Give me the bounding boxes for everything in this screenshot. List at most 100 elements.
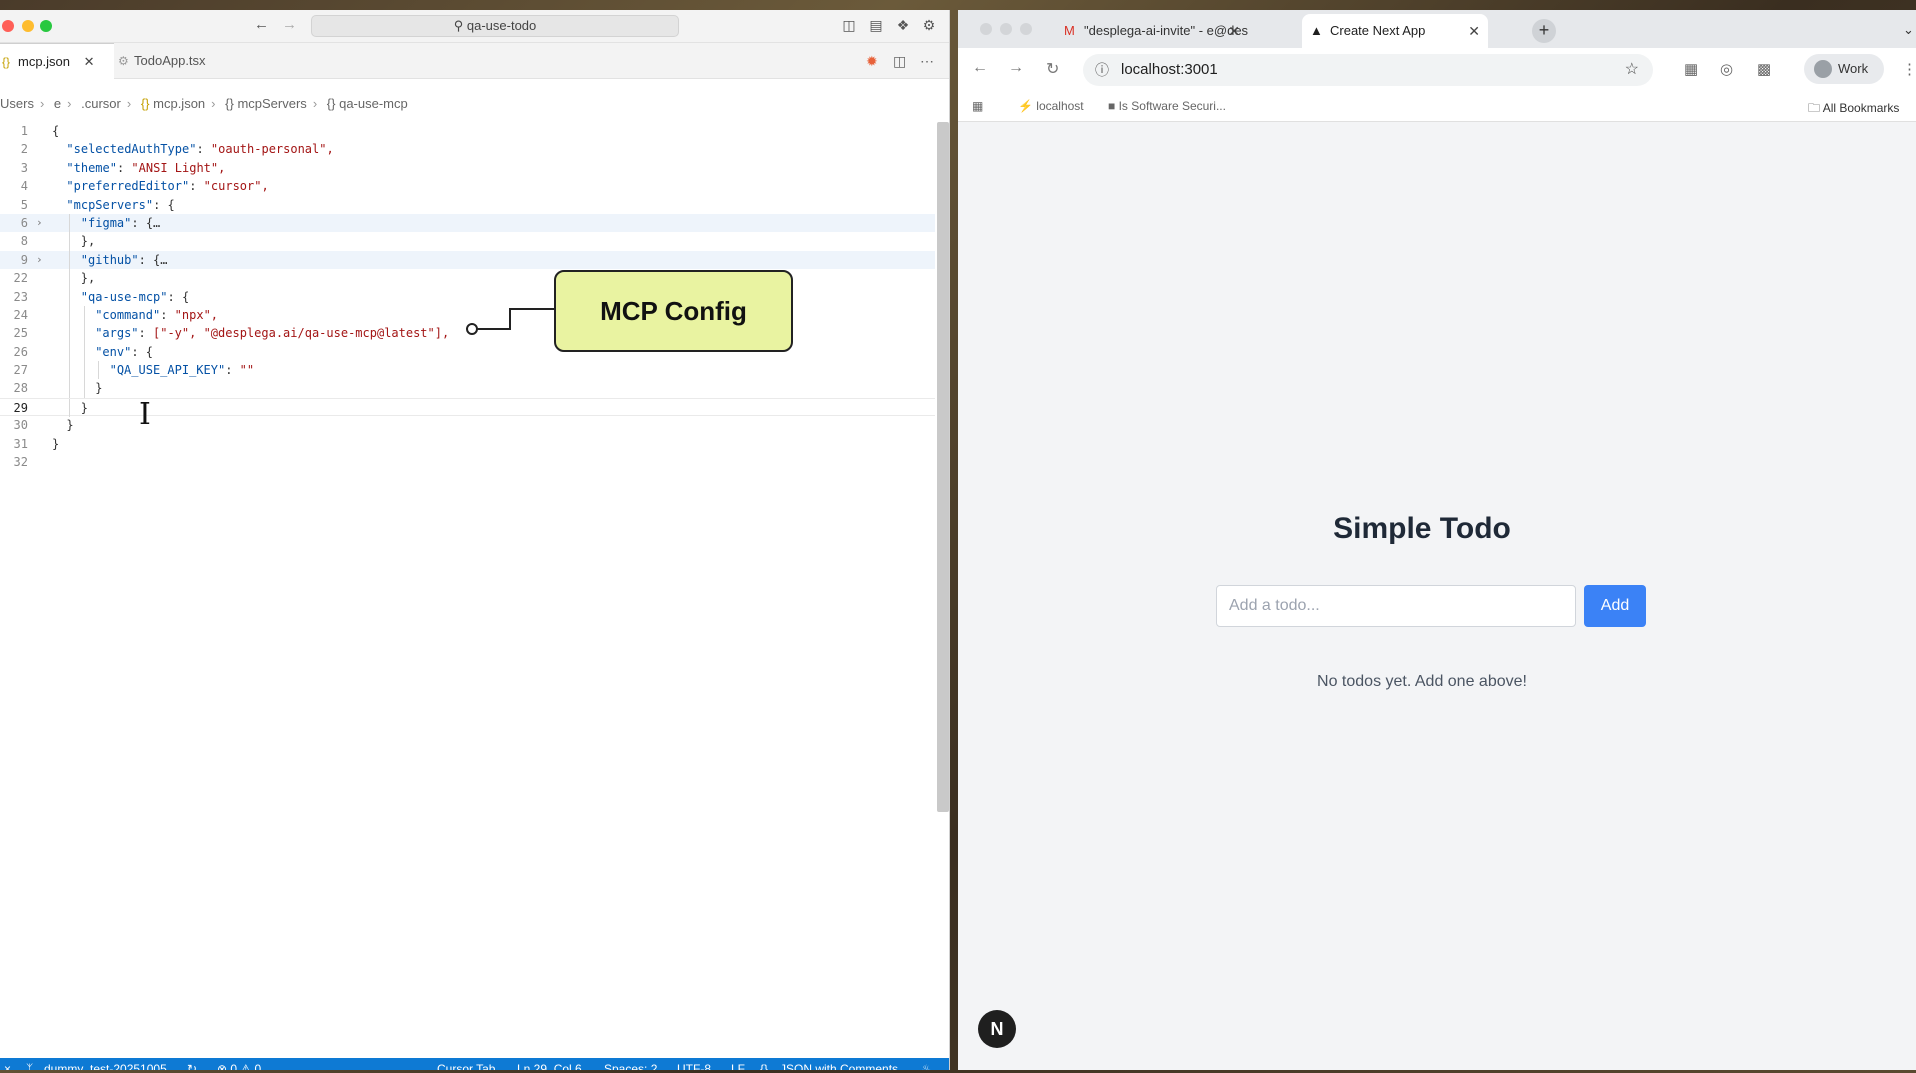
code-line[interactable]: 2 "selectedAuthType": "oauth-personal", [0,140,935,158]
json-key: "theme" [66,160,117,175]
line-endings[interactable]: LF [731,1058,745,1070]
editor-tab-bar: {} mcp.json ✕ ⚙ TodoApp.tsx ✹ ◫ ⋯ [0,43,949,79]
minimize-window-button[interactable] [22,20,34,32]
code-editor-window: ← → ⚲ qa-use-todo ◫ ▤ ❖ ⚙ {} mcp.json ✕ … [0,10,950,1070]
split-editor-icon[interactable]: ◫ [893,53,906,70]
json-value: } [95,381,103,396]
line-number: 22 [13,271,28,286]
fold-chevron-icon[interactable]: › [36,251,43,269]
editor-scrollbar[interactable] [937,122,949,812]
bookmark-label: localhost [1036,99,1084,113]
code-line[interactable]: 31} [0,435,935,453]
code-line[interactable]: 23 "qa-use-mcp": { [0,287,935,306]
tsx-file-icon: ⚙ [118,54,129,68]
back-arrow-icon[interactable]: ← [972,59,988,77]
json-value: {… [145,215,161,230]
toggle-sidebar-icon[interactable]: ◫ [841,17,857,33]
forward-arrow-icon[interactable]: → [1008,59,1024,77]
close-window-button[interactable] [980,23,992,35]
chevron-down-icon[interactable]: ⌄ [1903,22,1914,38]
close-icon[interactable]: ✕ [84,54,95,69]
profile-button[interactable]: Work [1804,54,1884,84]
tab-create-next-app[interactable]: ▲ Create Next App ✕ [1302,14,1488,48]
code-text: } [66,416,73,434]
close-icon[interactable]: ✕ [1228,14,1240,48]
remote-icon[interactable]: × [4,1058,11,1070]
file-encoding[interactable]: UTF-8 [677,1058,711,1070]
toggle-panel-icon[interactable]: ▤ [868,17,884,33]
maximize-window-button[interactable] [1020,23,1032,35]
json-value: { [52,124,60,138]
code-line[interactable]: 6 › "figma": {… [0,213,935,233]
reload-icon[interactable]: ↻ [1046,59,1059,79]
braces-icon: {} [760,1062,769,1070]
sparkle-icon[interactable]: ✹ [866,53,878,70]
close-icon[interactable]: ✕ [1468,14,1480,48]
code-line[interactable]: 5 "mcpServers": { [0,196,935,214]
code-text: } [52,435,59,453]
code-line[interactable]: 1{ [0,122,935,140]
code-line[interactable]: 9 › "github": {… [0,250,935,270]
bell-icon[interactable]: ♨ [921,1058,932,1070]
tab-todoapp-tsx[interactable]: ⚙ TodoApp.tsx [116,43,236,79]
line-number: 1 [20,124,28,138]
extension-icon[interactable]: ▦ [1684,60,1698,78]
json-value: { [181,289,190,304]
cursor-position[interactable]: Ln 29, Col 6 [517,1058,582,1070]
code-line[interactable]: 22}, [0,269,935,288]
breadcrumb-item[interactable]: Users [0,96,34,111]
cursor-tab-status[interactable]: Cursor Tab [437,1058,495,1070]
sync-icon[interactable]: ↻ [187,1058,197,1070]
code-line[interactable]: 26 "env": { [0,342,935,362]
json-key: "env" [95,344,132,359]
apps-grid-icon[interactable]: ▦ [972,99,983,113]
bookmark-label: All Bookmarks [1822,101,1900,115]
code-line[interactable]: 28} [0,379,935,398]
code-line[interactable]: 3 "theme": "ANSI Light", [0,159,935,177]
add-todo-button[interactable]: Add [1584,585,1646,627]
back-arrow-icon[interactable]: ← [254,16,269,33]
json-key: "args" [95,326,139,341]
bookmark-localhost[interactable]: ⚡ localhost [1018,99,1084,113]
search-label: qa-use-todo [466,18,537,33]
code-text: "mcpServers": { [66,197,175,212]
breadcrumb-item[interactable]: mcp.json [153,96,205,111]
git-branch[interactable]: dummy_test-20251005 [44,1058,167,1070]
indent-guide [83,324,85,343]
extension-icon[interactable]: ◎ [1720,60,1733,78]
code-line[interactable]: 32 [0,453,935,471]
puzzle-icon[interactable]: ▩ [1757,60,1771,78]
cube-icon[interactable]: ❖ [895,17,911,33]
code-text: "selectedAuthType": "oauth-personal", [66,142,334,157]
code-line[interactable]: 27 "QA_USE_API_KEY": "" [0,361,935,380]
command-search-bar[interactable]: ⚲ qa-use-todo [311,15,679,37]
kebab-menu-icon[interactable]: ⋮ [1902,60,1916,78]
todo-input[interactable] [1216,585,1576,627]
tab-mcp-json[interactable]: {} mcp.json ✕ [0,43,114,79]
breadcrumb-item[interactable]: mcpServers [237,96,306,111]
gear-icon[interactable]: ⚙ [921,17,937,33]
fold-chevron-icon[interactable]: › [36,214,43,232]
close-window-button[interactable] [2,20,14,32]
bookmark-star-icon[interactable]: ☆ [1625,54,1639,86]
all-bookmarks[interactable]: 🗀 All Bookmarks [1808,99,1899,120]
forward-arrow-icon[interactable]: → [282,16,297,33]
breadcrumb-item[interactable]: qa-use-mcp [339,96,408,111]
json-value: } [80,400,89,415]
more-actions-icon[interactable]: ⋯ [920,53,934,70]
problems-count[interactable]: ⊗ 0 ⚠ 0 [217,1058,261,1070]
address-bar[interactable]: ⓘ localhost:3001 ☆ [1083,54,1653,86]
nextjs-dev-badge[interactable]: N [978,1010,1016,1048]
site-info-icon[interactable]: ⓘ [1095,54,1109,86]
indentation[interactable]: Spaces: 2 [604,1058,657,1070]
breadcrumb-item[interactable]: e [54,96,61,111]
language-mode[interactable]: JSON with Comments [780,1058,898,1070]
new-tab-button[interactable]: + [1532,19,1556,43]
code-line[interactable]: 4 "preferredEditor": "cursor", [0,177,935,195]
minimize-window-button[interactable] [1000,23,1012,35]
bookmark-software-security[interactable]: ■ Is Software Securi... [1108,99,1226,113]
tab-gmail[interactable]: M "desplega-ai-invite" - e@des ✕ [1056,14,1248,48]
breadcrumb-item[interactable]: .cursor [81,96,121,111]
maximize-window-button[interactable] [40,20,52,32]
code-line[interactable]: 8}, [0,232,935,251]
